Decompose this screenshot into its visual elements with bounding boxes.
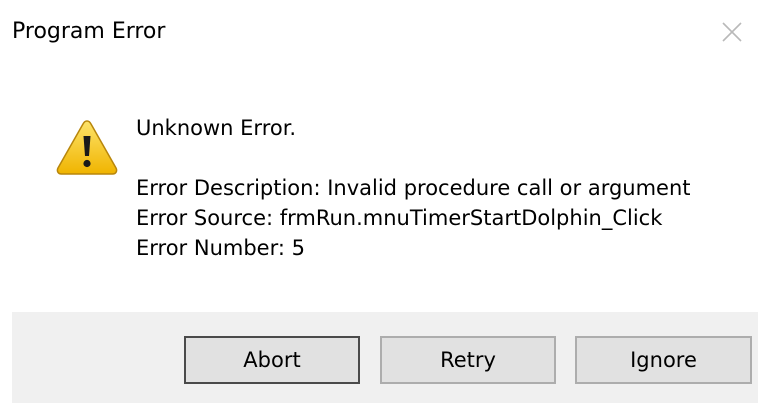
button-bar: Abort Retry Ignore bbox=[12, 312, 758, 403]
error-description: Error Description: Invalid procedure cal… bbox=[136, 176, 691, 200]
warning-icon bbox=[56, 120, 118, 175]
abort-button[interactable]: Abort bbox=[184, 336, 360, 384]
title-bar: Program Error bbox=[0, 0, 758, 64]
message-area: Unknown Error. Error Description: Invali… bbox=[0, 64, 758, 312]
ignore-button[interactable]: Ignore bbox=[575, 336, 752, 384]
error-heading: Unknown Error. bbox=[136, 116, 297, 140]
error-dialog: Program Error Unknown Error. Error Descr… bbox=[0, 0, 758, 403]
error-number: Error Number: 5 bbox=[136, 236, 305, 260]
close-icon bbox=[722, 22, 742, 42]
error-source: Error Source: frmRun.mnuTimerStartDolphi… bbox=[136, 206, 663, 230]
close-button[interactable] bbox=[712, 14, 752, 50]
window-title: Program Error bbox=[12, 19, 166, 44]
retry-button[interactable]: Retry bbox=[380, 336, 556, 384]
